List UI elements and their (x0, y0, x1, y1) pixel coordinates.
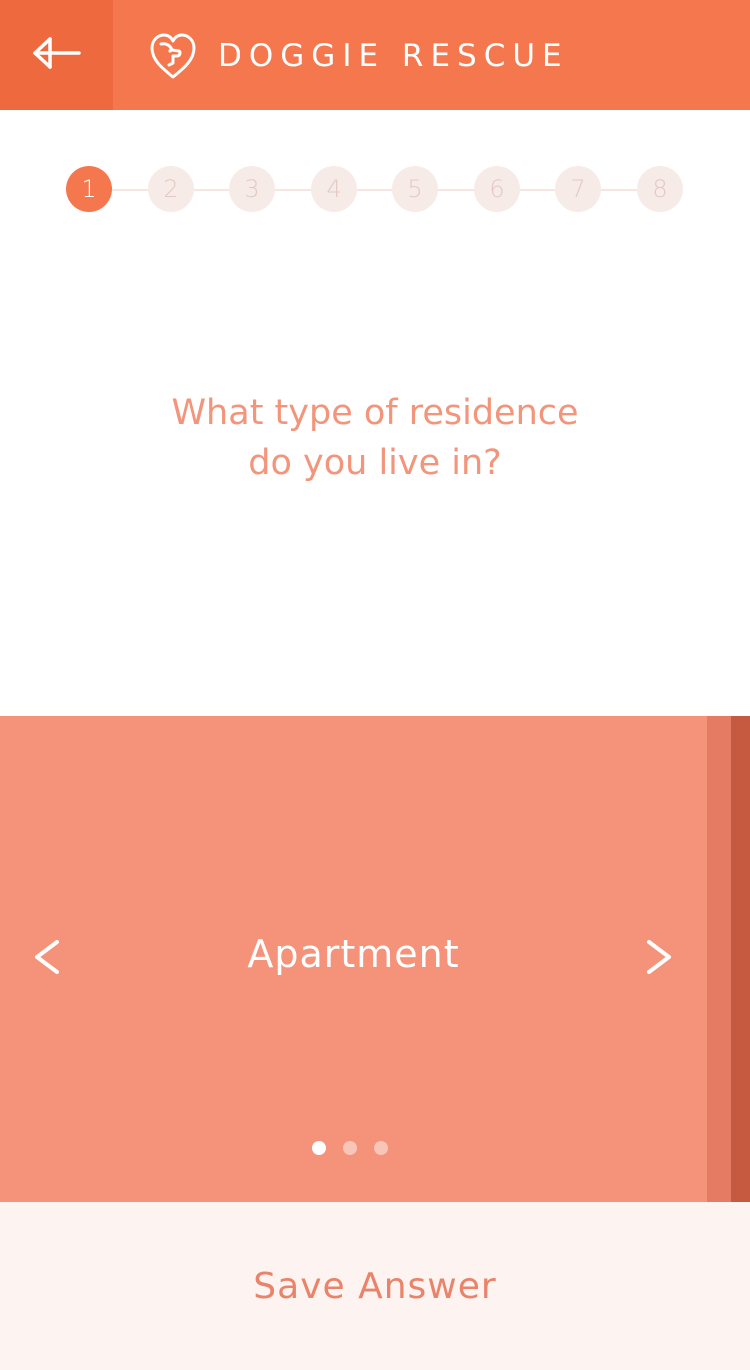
step-6[interactable]: 6 (474, 166, 520, 212)
dog-heart-logo-icon (148, 30, 198, 82)
save-answer-button[interactable]: Save Answer (0, 1202, 750, 1370)
page-dot-3[interactable] (374, 1141, 388, 1155)
question-text: What type of residence do you live in? (75, 388, 675, 488)
next-option-button[interactable] (634, 934, 684, 984)
step-1[interactable]: 1 (66, 166, 112, 212)
brand: DOGGIE RESCUE (148, 30, 569, 82)
next-card-peek-edge (731, 716, 750, 1202)
question-line-2: do you live in? (248, 443, 502, 483)
save-answer-label: Save Answer (253, 1265, 497, 1307)
back-button[interactable] (0, 0, 113, 110)
next-card-peek (707, 716, 731, 1202)
back-arrow-icon (32, 36, 82, 74)
carousel-pagination (312, 1141, 388, 1155)
step-3[interactable]: 3 (229, 166, 275, 212)
page-dot-2[interactable] (343, 1141, 357, 1155)
step-2[interactable]: 2 (148, 166, 194, 212)
chevron-right-icon (643, 937, 675, 981)
step-4[interactable]: 4 (311, 166, 357, 212)
answer-carousel[interactable]: Apartment (0, 716, 750, 1202)
page-dot-1[interactable] (312, 1141, 326, 1155)
current-option-label: Apartment (247, 932, 460, 976)
app-title: DOGGIE RESCUE (218, 38, 569, 74)
progress-stepper: 1 2 3 4 5 6 7 8 (66, 166, 686, 214)
question-line-1: What type of residence (171, 393, 579, 433)
step-5[interactable]: 5 (392, 166, 438, 212)
app-header: DOGGIE RESCUE (0, 0, 750, 110)
step-8[interactable]: 8 (637, 166, 683, 212)
step-7[interactable]: 7 (555, 166, 601, 212)
